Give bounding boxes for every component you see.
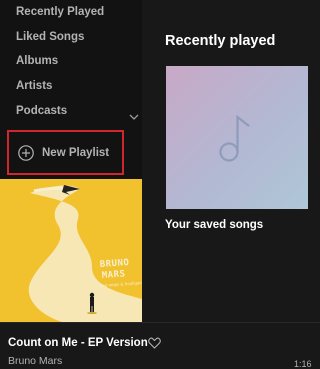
saved-songs-label[interactable]: Your saved songs	[165, 219, 263, 231]
sidebar-item-liked-songs[interactable]: Liked Songs	[16, 31, 84, 43]
main-content: Recently played Your saved songs	[142, 0, 320, 322]
section-title: Recently played	[165, 33, 276, 49]
new-playlist-button[interactable]: New Playlist	[7, 130, 124, 175]
track-title[interactable]: Count on Me - EP Version	[8, 337, 148, 349]
sidebar: Recently Played Liked Songs Albums Artis…	[0, 0, 142, 322]
svg-text:BRUNO: BRUNO	[100, 258, 130, 270]
svg-text:MARS: MARS	[102, 269, 126, 281]
saved-songs-card[interactable]	[166, 66, 308, 209]
heart-icon[interactable]	[148, 337, 161, 349]
album-cover: BRUNO MARS doo-wops & hooligans	[0, 179, 142, 322]
plus-circle-icon	[18, 145, 34, 161]
track-artist[interactable]: Bruno Mars	[8, 355, 62, 367]
now-playing-album-art[interactable]: BRUNO MARS doo-wops & hooligans	[0, 179, 142, 322]
sidebar-item-podcasts[interactable]: Podcasts	[16, 105, 67, 117]
elapsed-time: 1:16	[294, 359, 312, 369]
player-bar: Count on Me - EP Version Bruno Mars 1:16	[0, 322, 320, 369]
sidebar-item-recently-played[interactable]: Recently Played	[16, 6, 104, 18]
sidebar-item-artists[interactable]: Artists	[16, 80, 52, 92]
music-note-icon	[219, 114, 250, 162]
new-playlist-label: New Playlist	[42, 147, 110, 159]
chevron-down-icon[interactable]	[129, 113, 139, 121]
sidebar-item-albums[interactable]: Albums	[16, 55, 58, 67]
